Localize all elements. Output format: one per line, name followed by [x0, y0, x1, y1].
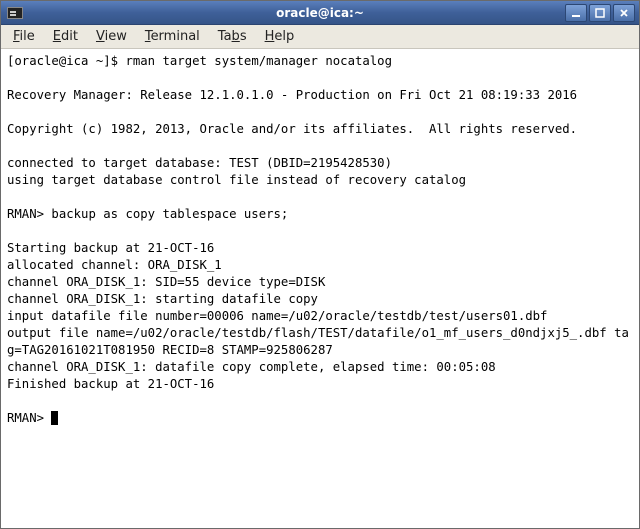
menubar: File Edit View Terminal Tabs Help	[1, 25, 639, 49]
output-line: Copyright (c) 1982, 2013, Oracle and/or …	[7, 122, 577, 136]
rman-cmd: backup as copy tablespace users;	[51, 207, 288, 221]
menu-view[interactable]: View	[88, 27, 135, 46]
close-button[interactable]	[613, 4, 635, 22]
shell-cmd: rman target system/manager nocatalog	[125, 54, 392, 68]
terminal-window: oracle@ica:~ File Edit View Terminal Tab…	[0, 0, 640, 529]
output-line: channel ORA_DISK_1: datafile copy comple…	[7, 360, 496, 374]
menu-tabs[interactable]: Tabs	[210, 27, 255, 46]
output-line: Starting backup at 21-OCT-16	[7, 241, 214, 255]
output-line: connected to target database: TEST (DBID…	[7, 156, 392, 170]
menu-edit[interactable]: Edit	[45, 27, 86, 46]
shell-prompt: [oracle@ica ~]$	[7, 54, 125, 68]
output-line: output file name=/u02/oracle/testdb/flas…	[7, 326, 629, 357]
menu-terminal[interactable]: Terminal	[137, 27, 208, 46]
maximize-button[interactable]	[589, 4, 611, 22]
menu-file[interactable]: File	[5, 27, 43, 46]
titlebar[interactable]: oracle@ica:~	[1, 1, 639, 25]
terminal-content[interactable]: [oracle@ica ~]$ rman target system/manag…	[1, 49, 639, 528]
menu-help[interactable]: Help	[257, 27, 303, 46]
cursor-icon	[51, 411, 58, 425]
output-line: Recovery Manager: Release 12.1.0.1.0 - P…	[7, 88, 577, 102]
output-line: Finished backup at 21-OCT-16	[7, 377, 214, 391]
output-line: channel ORA_DISK_1: SID=55 device type=D…	[7, 275, 325, 289]
window-title: oracle@ica:~	[1, 6, 639, 20]
rman-prompt: RMAN>	[7, 411, 51, 425]
terminal-app-icon	[7, 7, 23, 19]
output-line: using target database control file inste…	[7, 173, 466, 187]
output-line: channel ORA_DISK_1: starting datafile co…	[7, 292, 318, 306]
output-line: input datafile file number=00006 name=/u…	[7, 309, 547, 323]
output-line: allocated channel: ORA_DISK_1	[7, 258, 222, 272]
rman-prompt: RMAN>	[7, 207, 51, 221]
minimize-button[interactable]	[565, 4, 587, 22]
